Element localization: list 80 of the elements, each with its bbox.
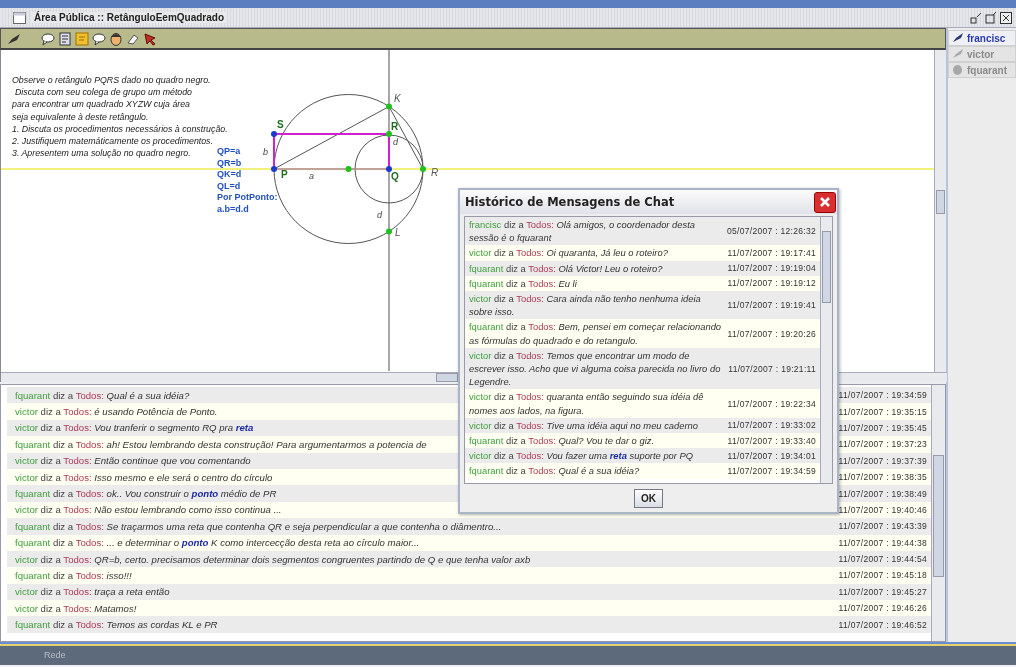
chat-message: fquarant diz a Todos: Qual? Vou te dar o giz.	[469, 434, 656, 448]
point-label: K	[394, 93, 401, 104]
chat-message: victor diz a Todos: Cara ainda não tenho nenhuma ideia sobre isso.	[469, 292, 702, 319]
chat-message: victor diz a Todos: Vou tranferir o segmento RQ pra reta	[15, 422, 254, 434]
message-timestamp: 11/07/2007 : 19:38:35	[838, 472, 927, 483]
point-label: a	[309, 171, 314, 181]
formula-line: a.b=d.d	[217, 203, 249, 216]
message-timestamp: 11/07/2007 : 19:17:41	[727, 248, 816, 258]
chat-message: victor diz a Todos: Temos que encontrar um modo de escrever isso. Acho que vi alguma coisa parecida no livro do Legendre.	[469, 348, 722, 389]
message-timestamp: 11/07/2007 : 19:46:52	[838, 619, 927, 630]
chat-message: victor diz a Todos: Isso mesmo e ele será o centro do círculo	[15, 471, 273, 483]
chat-message: fquarant diz a Todos: Qual é a sua idéia?	[15, 389, 190, 401]
chat-message: francisc diz a Todos: Olá amigos, o coordenador desta sessão é o fquarant	[469, 218, 696, 245]
message-timestamp: 05/07/2007 : 12:26:32	[727, 226, 816, 237]
point-label: P	[281, 169, 288, 180]
message-timestamp: 11/07/2007 : 19:34:59	[727, 466, 816, 477]
message-timestamp: 11/07/2007 : 19:19:41	[727, 300, 816, 311]
chat-message: victor diz a Todos: Oi quaranta, Já leu o roteiro?	[469, 246, 669, 260]
chat-message: fquarant diz a Todos: Eu li	[469, 276, 578, 290]
point-label: Q	[391, 171, 399, 182]
instruction-line: 1. Discuta os procedimentos necessários à construção.	[12, 122, 228, 135]
point-label: R	[391, 121, 399, 132]
message-timestamp: 11/07/2007 : 19:45:18	[838, 570, 927, 581]
message-timestamp: 11/07/2007 : 19:19:12	[727, 278, 816, 289]
message-timestamp: 11/07/2007 : 19:37:39	[838, 455, 927, 466]
point-label: b	[263, 147, 268, 157]
instruction-line: para encontrar um quadrado XYZW cuja área	[12, 98, 191, 111]
chat-message: victor diz a Todos: Então continue que vou comentando	[15, 455, 251, 467]
chat-message: fquarant diz a Todos: Se traçarmos uma reta que contenha QR e seja perpendicular a que contenha o diâmentro...	[15, 520, 502, 532]
message-timestamp: 11/07/2007 : 19:38:49	[838, 488, 927, 499]
message-timestamp: 11/07/2007 : 19:33:02	[727, 420, 816, 431]
message-timestamp: 11/07/2007 : 19:34:59	[838, 390, 927, 401]
chat-message: victor diz a Todos: é usando Potência de Ponto.	[15, 406, 218, 418]
message-timestamp: 11/07/2007 : 19:46:26	[838, 603, 927, 614]
message-timestamp: 11/07/2007 : 19:44:38	[838, 537, 927, 548]
message-timestamp: 11/07/2007 : 19:43:39	[838, 521, 927, 532]
chat-message: fquarant diz a Todos: ok.. Vou construir o ponto médio de PR	[15, 488, 277, 500]
status-text: Rede	[44, 650, 66, 660]
point-label: S	[277, 119, 284, 130]
formula-line: QP=a	[217, 146, 241, 158]
formula-line: QK=d	[217, 169, 242, 181]
message-timestamp: 11/07/2007 : 19:37:23	[838, 439, 927, 450]
chat-message: victor diz a Todos: traça a reta então	[15, 586, 170, 598]
message-timestamp: 11/07/2007 : 19:33:40	[727, 435, 816, 446]
message-timestamp: 11/07/2007 : 19:45:27	[838, 586, 927, 597]
formula-line: Por PotPonto:	[217, 192, 278, 204]
message-timestamp: 11/07/2007 : 19:40:46	[838, 504, 927, 515]
chat-message: fquarant diz a Todos: Olá Victor! Leu o roteiro?	[469, 261, 664, 275]
message-timestamp: 11/07/2007 : 19:21:11	[728, 363, 816, 374]
message-timestamp: 11/07/2007 : 19:35:15	[838, 406, 927, 417]
chat-message: fquarant diz a Todos: Bem, pensei em começar relacionando as fórmulas do quadrado e do retangulo.	[469, 320, 723, 347]
message-timestamp: 11/07/2007 : 19:44:54	[838, 554, 927, 565]
chat-message: fquarant diz a Todos: ah! Estou lembrando desta construção! Para argumentarmos a potencia de	[15, 438, 427, 450]
instruction-line: 2. Justifiquem matemáticamente os procedimentos.	[12, 135, 214, 148]
chat-message: victor diz a Todos: QR=b, certo. precisamos determinar dois segmentos congruentes partindo de Q e que tenha valor axb	[15, 553, 531, 565]
point-label: L	[395, 227, 401, 238]
chat-message: fquarant diz a Todos: ... e determinar o ponto K como intercecção desta reta ao círculo maior...	[15, 537, 420, 549]
dialog-title: Histórico de Mensagens de Chat	[465, 195, 675, 209]
chat-message: victor diz a Todos: Vou fazer uma reta suporte por PQ	[469, 449, 695, 463]
point-label: R	[431, 167, 439, 178]
chat-message: fquarant diz a Todos: Temos as cordas KL e PR	[15, 619, 218, 631]
chat-message: victor diz a Todos: quaranta então seguindo sua idéia dê nomes aos lados, na figura.	[469, 390, 705, 417]
point-label: d	[393, 137, 398, 147]
instruction-line: Discuta com seu colega de grupo um método	[14, 86, 193, 99]
message-timestamp: 11/07/2007 : 19:35:45	[838, 422, 927, 433]
instruction-line: Observe o retângulo PQRS dado no quadro negro.	[12, 74, 212, 87]
point-label: d	[377, 210, 382, 220]
formula-line: QR=b	[217, 157, 242, 170]
message-timestamp: 11/07/2007 : 19:19:04	[727, 263, 816, 274]
message-timestamp: 11/07/2007 : 19:34:01	[727, 450, 816, 461]
formula-line: QL=d	[217, 180, 241, 193]
message-timestamp: 11/07/2007 : 19:22:34	[727, 398, 816, 409]
window-title: Área Pública :: RetânguloEemQuadrado	[31, 12, 228, 23]
message-timestamp: 11/07/2007 : 19:20:26	[727, 328, 816, 339]
chat-message: fquarant diz a Todos: isso!!!	[15, 570, 132, 581]
chat-message: fquarant diz a Todos: Qual é a sua idéia?	[469, 464, 641, 478]
chat-message: victor diz a Todos: Matamos!	[15, 602, 137, 614]
instruction-line: seja equivalente à deste retângulo.	[12, 110, 150, 123]
chat-message: victor diz a Todos: Não estou lembrando como isso continua ...	[15, 504, 282, 516]
chat-message: victor diz a Todos: Tive uma idéia aqui no meu caderno	[469, 418, 700, 433]
